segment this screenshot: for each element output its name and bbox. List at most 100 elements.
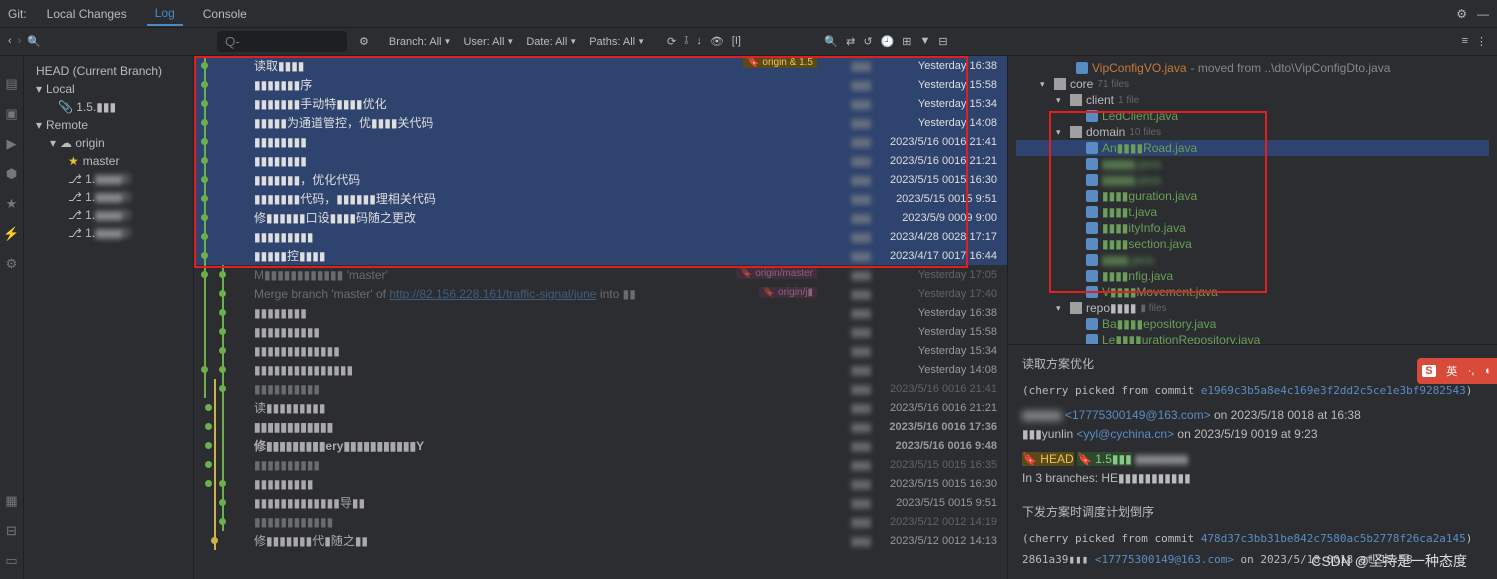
file-node[interactable]: ▮▮▮▮t.java (1016, 204, 1489, 220)
file-node[interactable]: ▮▮▮▮nfig.java (1016, 268, 1489, 284)
commit-row[interactable]: ▮▮▮▮▮▮▮▮▮▮▮▮2023/5/15 0015 16:30 (194, 474, 1007, 493)
options-icon[interactable]: ⋮ (1476, 35, 1487, 48)
commit-row[interactable]: ▮▮▮▮▮控▮▮▮▮▮▮▮2023/4/17 0017 16:44 (194, 246, 1007, 265)
file-node[interactable]: Ba▮▮▮▮epository.java (1016, 316, 1489, 332)
left-toolwindow-bar: ▤ ▣ ▶ ⬢ ★ ⚡ ⚙ ▦ ⊟ ▭ (0, 56, 24, 579)
filter-bar: ‹ › 🔍 ⚙ Branch: All ▼ User: All ▼ Date: Al… (0, 28, 1497, 56)
commit-row[interactable]: M▮▮▮▮▮▮▮▮▮▮▮▮ 'master'🔖 origin/master▮▮▮… (194, 265, 1007, 284)
origin-node[interactable]: ▾☁ origin (28, 134, 189, 152)
folder-node[interactable]: ▾client 1 file (1016, 92, 1489, 108)
gear2-icon[interactable]: ⚙ (6, 256, 18, 272)
minimize-icon[interactable]: — (1477, 7, 1489, 21)
commit-row[interactable]: 修▮▮▮▮▮▮▮代▮随之▮▮▮▮▮2023/5/12 0012 14:13 (194, 531, 1007, 550)
commit-title-2: 下发方案时调度计划倒序 (1022, 503, 1483, 522)
tab-log[interactable]: Log (147, 2, 183, 26)
push-icon[interactable]: ↓ (696, 35, 702, 48)
revert-icon[interactable]: ↺ (863, 35, 872, 48)
back-icon[interactable]: ‹ (8, 35, 12, 48)
find-icon[interactable]: 🔍 (824, 35, 838, 48)
commit-row[interactable]: ▮▮▮▮▮▮▮▮▮▮▮Yesterday 16:38 (194, 303, 1007, 322)
structure-icon[interactable]: ▤ (5, 76, 17, 92)
file-node[interactable]: ▮▮▮▮.java (1016, 252, 1489, 268)
file-node[interactable]: ▮▮▮▮ityInfo.java (1016, 220, 1489, 236)
commit-row[interactable]: 修▮▮▮▮▮▮▮▮▮ery▮▮▮▮▮▮▮▮▮▮▮Y▮▮▮2023/5/16 00… (194, 436, 1007, 455)
author-line-1: ▮▮▮▮▮▮ <17775300149@163.com> on 2023/5/1… (1022, 406, 1483, 425)
folder-node[interactable]: ▾repo▮▮▮▮ ▮ files (1016, 300, 1489, 316)
commit-row[interactable]: 修▮▮▮▮▮▮口设▮▮▮▮码随之更改▮▮▮2023/5/9 0009 9:00 (194, 208, 1007, 227)
ime-bar[interactable]: S 英·,◐ (1417, 358, 1497, 384)
branch-master[interactable]: ★master (28, 152, 189, 170)
gear-icon[interactable]: ⚙ (1456, 7, 1467, 21)
run-icon[interactable]: ▶ (7, 136, 17, 152)
settings-icon[interactable]: ⚙ (359, 35, 369, 48)
search-icon[interactable]: 🔍 (27, 35, 41, 48)
commit-search-input[interactable] (217, 31, 347, 52)
debug-icon[interactable]: ⬢ (6, 166, 17, 182)
filter-date[interactable]: Date: All ▼ (526, 36, 577, 48)
filter-user[interactable]: User: All ▼ (463, 36, 514, 48)
build-icon[interactable]: ▣ (5, 106, 17, 122)
commit-row[interactable]: ▮▮▮▮▮▮▮序▮▮▮Yesterday 15:58 (194, 75, 1007, 94)
commit-row[interactable]: ▮▮▮▮▮▮▮▮▮▮▮▮▮2023/5/15 0015 16:35 (194, 455, 1007, 474)
file-node[interactable]: V▮▮▮▮Movement.java (1016, 284, 1489, 300)
panel2-icon[interactable]: ⊟ (6, 523, 17, 539)
history-icon[interactable]: 🕘 (881, 35, 895, 48)
commit-row[interactable]: ▮▮▮▮▮▮▮手动特▮▮▮▮优化▮▮▮Yesterday 15:34 (194, 94, 1007, 113)
file-node[interactable]: An▮▮▮▮Road.java (1016, 140, 1489, 156)
file-node[interactable]: ▮▮▮▮section.java (1016, 236, 1489, 252)
commit-row[interactable]: ▮▮▮▮▮▮▮代码，▮▮▮▮▮▮理相关代码▮▮▮2023/5/15 0015 9… (194, 189, 1007, 208)
commit-row[interactable]: ▮▮▮▮▮▮▮▮▮▮▮2023/5/16 0016 21:21 (194, 151, 1007, 170)
folder-node[interactable]: ▾core 71 files (1016, 76, 1489, 92)
commit-row[interactable]: ▮▮▮▮▮▮▮▮▮▮▮▮▮▮▮▮Yesterday 15:34 (194, 341, 1007, 360)
file-node[interactable]: LedClient.java (1016, 108, 1489, 124)
commit-row[interactable]: 读▮▮▮▮▮▮▮▮▮▮▮▮2023/5/16 0016 21:21 (194, 398, 1007, 417)
commit-row[interactable]: ▮▮▮▮▮▮▮，优化代码▮▮▮2023/5/15 0015 16:30 (194, 170, 1007, 189)
forward-icon[interactable]: › (18, 35, 22, 48)
local-branch-item[interactable]: 📎 1.5.▮▮▮ (28, 98, 189, 116)
toggle-icon[interactable]: ⇄ (846, 35, 855, 48)
local-node[interactable]: ▾Local (28, 80, 189, 98)
commit-row[interactable]: ▮▮▮▮▮▮▮▮▮▮▮2023/5/16 0016 21:41 (194, 132, 1007, 151)
commit-row[interactable]: ▮▮▮▮▮为通道管控，优▮▮▮▮关代码▮▮▮Yesterday 14:08 (194, 113, 1007, 132)
group-icon[interactable]: ⊞ (902, 35, 911, 48)
services-icon[interactable]: ⚡ (3, 226, 19, 242)
panel-icon[interactable]: ▦ (5, 493, 17, 509)
tab-local-changes[interactable]: Local Changes (39, 3, 135, 25)
eye-icon[interactable]: 👁 (710, 35, 724, 48)
commit-log[interactable]: 读取▮▮▮▮🔖 origin & 1.5▮▮▮Yesterday 16:38▮▮… (194, 56, 1007, 579)
expand-icon[interactable]: ⊟ (938, 35, 947, 48)
file-header: VipConfigVO.java - moved from ..\dto\Vip… (1016, 60, 1489, 76)
cherry-pick-icon[interactable]: ⫱ (684, 35, 688, 48)
commit-row[interactable]: ▮▮▮▮▮▮▮▮▮▮▮▮▮导▮▮▮▮▮2023/5/15 0015 9:51 (194, 493, 1007, 512)
commit-row[interactable]: ▮▮▮▮▮▮▮▮▮▮▮▮▮▮▮2023/5/16 0016 17:36 (194, 417, 1007, 436)
commit-row[interactable]: ▮▮▮▮▮▮▮▮▮▮▮▮▮Yesterday 15:58 (194, 322, 1007, 341)
branch-item[interactable]: ⎇ 1.▮▮▮▮D (28, 170, 189, 188)
intellisort-icon[interactable]: [I] (732, 35, 741, 48)
panel3-icon[interactable]: ▭ (5, 553, 17, 569)
filter-branch[interactable]: Branch: All ▼ (389, 36, 452, 48)
file-node[interactable]: ▮▮▮▮▮.java (1016, 156, 1489, 172)
commit-row[interactable]: ▮▮▮▮▮▮▮▮▮▮▮▮▮▮▮2023/5/12 0012 14:19 (194, 512, 1007, 531)
commit-row[interactable]: ▮▮▮▮▮▮▮▮▮▮▮▮▮2023/5/16 0016 21:41 (194, 379, 1007, 398)
refresh-icon[interactable]: ⟳ (667, 35, 676, 48)
filter-paths[interactable]: Paths: All ▼ (589, 36, 645, 48)
branch-item[interactable]: ⎇ 1.▮▮▮▮D (28, 224, 189, 242)
commit-row[interactable]: ▮▮▮▮▮▮▮▮▮▮▮▮2023/4/28 0028 17:17 (194, 227, 1007, 246)
git-label: Git: (8, 7, 27, 21)
head-branch[interactable]: HEAD (Current Branch) (28, 62, 189, 80)
bookmark-icon[interactable]: ★ (6, 196, 18, 212)
layout-icon[interactable]: ≡ (1462, 35, 1468, 48)
detail-panel: VipConfigVO.java - moved from ..\dto\Vip… (1007, 56, 1497, 579)
file-node[interactable]: ▮▮▮▮▮.java (1016, 172, 1489, 188)
branch-item[interactable]: ⎇ 1.▮▮▮▮D (28, 188, 189, 206)
tab-console[interactable]: Console (195, 3, 255, 25)
file-node[interactable]: ▮▮▮▮guration.java (1016, 188, 1489, 204)
commit-row[interactable]: Merge branch 'master' of http://82.156.2… (194, 284, 1007, 303)
commit-row[interactable]: ▮▮▮▮▮▮▮▮▮▮▮▮▮▮▮▮▮▮Yesterday 14:08 (194, 360, 1007, 379)
folder-node[interactable]: ▾domain 10 files (1016, 124, 1489, 140)
file-node[interactable]: Le▮▮▮▮urationRepository.java (1016, 332, 1489, 344)
remote-node[interactable]: ▾Remote (28, 116, 189, 134)
filter-icon[interactable]: ▼ (919, 35, 930, 48)
branch-item[interactable]: ⎇ 1.▮▮▮▮D (28, 206, 189, 224)
commit-row[interactable]: 读取▮▮▮▮🔖 origin & 1.5▮▮▮Yesterday 16:38 (194, 56, 1007, 75)
